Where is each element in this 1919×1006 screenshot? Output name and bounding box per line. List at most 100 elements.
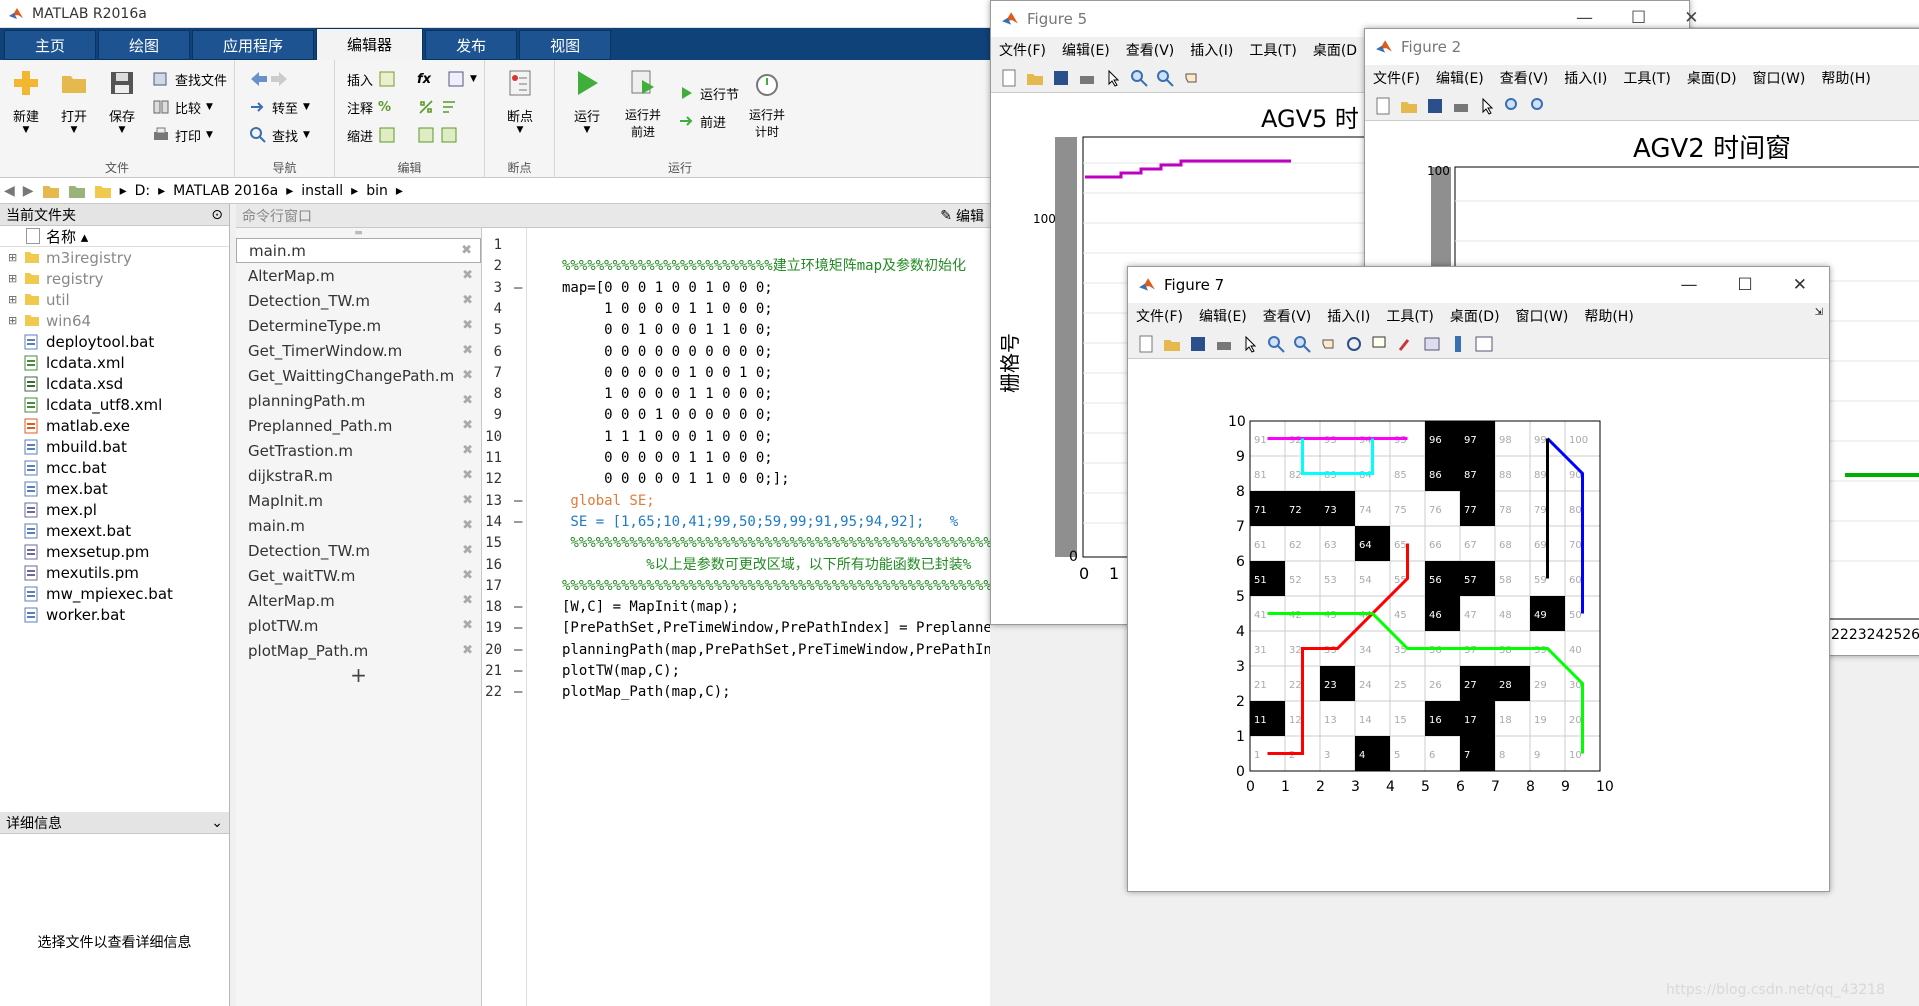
close-icon[interactable]: ✖ [462, 643, 473, 658]
menu-item[interactable]: 工具(T) [1386, 306, 1433, 326]
save-icon[interactable] [1188, 334, 1208, 354]
file-item[interactable]: lcdata_utf8.xml [0, 394, 229, 415]
new-figure-icon[interactable] [1373, 96, 1393, 116]
close-icon[interactable]: ✖ [462, 468, 473, 483]
zoom-in-icon[interactable] [1266, 334, 1286, 354]
open-file-item[interactable]: Get_WaittingChangePath.m ✖ [236, 363, 481, 388]
menu-item[interactable]: 帮助(H) [1821, 68, 1870, 88]
expand-icon[interactable]: ⊞ [8, 272, 18, 285]
breakpoints-button[interactable]: 断点 ▼ [498, 68, 542, 135]
open-button[interactable]: 打开 ▼ [52, 68, 96, 135]
menu-item[interactable]: 窗口(W) [1516, 306, 1569, 326]
panel-menu-icon[interactable]: ⊙ [211, 207, 223, 223]
pan-icon[interactable] [1318, 334, 1338, 354]
menu-item[interactable]: 桌面(D) [1687, 68, 1737, 88]
file-item[interactable]: mex.bat [0, 478, 229, 499]
figure-7-window[interactable]: Figure 7 — ☐ ✕ 文件(F) 编辑(E) 查看(V) 插入(I) 工具(T)… [1127, 266, 1830, 892]
uncomment-button[interactable] [417, 96, 458, 118]
tab-plots[interactable]: 绘图 [98, 30, 191, 60]
insert-menu-button[interactable]: ▼ [447, 68, 477, 90]
file-item[interactable]: ⊞ m3iregistry [0, 247, 229, 268]
file-item[interactable]: mexutils.pm [0, 562, 229, 583]
save-icon[interactable] [1425, 96, 1445, 116]
expand-icon[interactable]: ⊞ [8, 314, 18, 327]
open-icon[interactable] [1025, 68, 1045, 88]
close-icon[interactable]: ✖ [462, 318, 473, 333]
close-icon[interactable]: ✖ [462, 443, 473, 458]
open-file-item[interactable]: GetTrastion.m ✖ [236, 438, 481, 463]
breakpoint-marker[interactable]: — [514, 275, 522, 301]
indent-more-button[interactable] [417, 124, 458, 146]
close-icon[interactable]: ✕ [1684, 8, 1698, 28]
tab-home[interactable]: 主页 [4, 30, 97, 60]
new-button[interactable]: 新建 ▼ [4, 68, 48, 135]
dock-icon[interactable]: ⇲ [1815, 307, 1823, 318]
open-file-item[interactable]: MapInit.m ✖ [236, 488, 481, 513]
colorbar-icon[interactable] [1448, 334, 1468, 354]
close-icon[interactable]: ✖ [462, 343, 473, 358]
path-segment[interactable]: bin [366, 183, 388, 199]
open-file-item[interactable]: main.m ✖ [236, 513, 481, 538]
tab-apps[interactable]: 应用程序 [192, 30, 315, 60]
pointer-icon[interactable] [1103, 68, 1123, 88]
print-icon[interactable] [1451, 96, 1471, 116]
menu-item[interactable]: 查看(V) [1126, 40, 1175, 60]
details-header[interactable]: 详细信息 ⌄ [0, 812, 229, 834]
pointer-icon[interactable] [1477, 96, 1497, 116]
file-item[interactable]: worker.bat [0, 604, 229, 625]
close-icon[interactable]: ✖ [462, 618, 473, 633]
path-segment[interactable]: D: [135, 183, 151, 199]
print-button[interactable]: 打印 ▼ [152, 124, 213, 146]
open-file-item[interactable]: plotTW.m ✖ [236, 613, 481, 638]
open-file-item[interactable]: AlterMap.m ✖ [236, 263, 481, 288]
file-item[interactable]: deploytool.bat [0, 331, 229, 352]
open-file-item[interactable]: dijkstraR.m ✖ [236, 463, 481, 488]
comment-button[interactable]: 注释% [347, 96, 391, 118]
file-item[interactable]: ⊞ win64 [0, 310, 229, 331]
file-item[interactable]: mexext.bat [0, 520, 229, 541]
menu-item[interactable]: 工具(T) [1249, 40, 1296, 60]
expand-icon[interactable]: ⊞ [8, 293, 18, 306]
maximize-icon[interactable]: ☐ [1631, 8, 1646, 28]
zoom-out-icon[interactable] [1155, 68, 1175, 88]
menu-item[interactable]: 查看(V) [1263, 306, 1312, 326]
minimize-icon[interactable]: — [1576, 8, 1593, 28]
new-figure-icon[interactable] [1136, 334, 1156, 354]
menu-item[interactable]: 窗口(W) [1753, 68, 1806, 88]
file-item[interactable]: mex.pl [0, 499, 229, 520]
zoom-out-icon[interactable] [1292, 334, 1312, 354]
tab-publish[interactable]: 发布 [425, 30, 518, 60]
maximize-icon[interactable]: ☐ [1738, 275, 1753, 295]
zoom-out-icon[interactable] [1529, 96, 1549, 116]
back-arrow-button[interactable] [249, 68, 289, 90]
open-file-item[interactable]: Get_waitTW.m ✖ [236, 563, 481, 588]
command-window-title[interactable]: 命令行窗口 [242, 206, 312, 226]
open-file-item[interactable]: Get_TimerWindow.m ✖ [236, 338, 481, 363]
close-icon[interactable]: ✕ [1793, 275, 1807, 295]
open-file-item[interactable]: AlterMap.m ✖ [236, 588, 481, 613]
open-file-item[interactable]: planningPath.m ✖ [236, 388, 481, 413]
print-icon[interactable] [1077, 68, 1097, 88]
datacursor-icon[interactable] [1370, 334, 1390, 354]
legend-icon[interactable] [1474, 334, 1494, 354]
menu-item[interactable]: 桌面(D) [1450, 306, 1500, 326]
goto-button[interactable]: 转至 ▼ [249, 96, 310, 118]
menu-item[interactable]: 插入(I) [1190, 40, 1233, 60]
open-file-item[interactable]: main.m ✖ [236, 238, 481, 263]
find-files-button[interactable]: 查找文件 [152, 68, 227, 90]
file-item[interactable]: mw_mpiexec.bat [0, 583, 229, 604]
menu-item[interactable]: 编辑(E) [1199, 306, 1247, 326]
close-icon[interactable]: ✖ [462, 293, 473, 308]
open-icon[interactable] [1399, 96, 1419, 116]
minimize-icon[interactable]: — [1681, 275, 1698, 295]
tab-editor[interactable]: 编辑器 [316, 28, 424, 60]
brush-icon[interactable] [1396, 334, 1416, 354]
up-folder-icon[interactable] [42, 183, 60, 199]
new-figure-icon[interactable] [999, 68, 1019, 88]
file-item[interactable]: ⊞ registry [0, 268, 229, 289]
open-file-item[interactable]: Detection_TW.m ✖ [236, 538, 481, 563]
close-icon[interactable]: ✖ [461, 243, 472, 258]
chevron-down-icon[interactable]: ⌄ [211, 815, 223, 831]
tab-view[interactable]: 视图 [519, 30, 612, 60]
indent-button[interactable]: 缩进 [347, 124, 396, 146]
